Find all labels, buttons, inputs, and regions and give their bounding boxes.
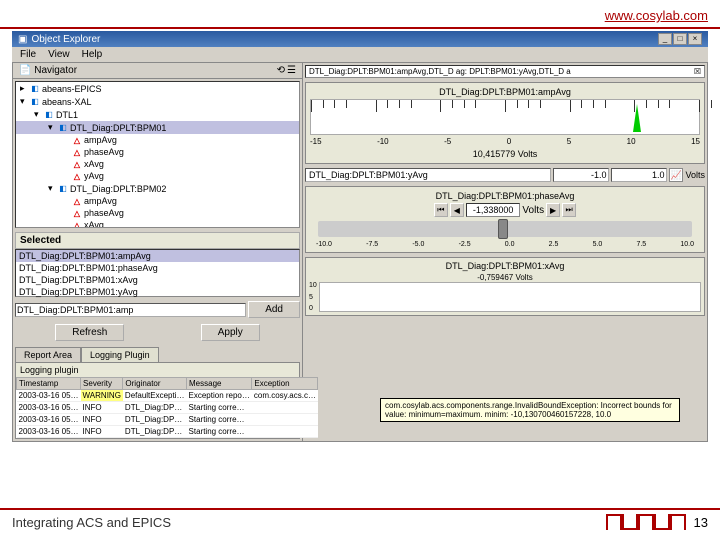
tree-item[interactable]: △ampAvg (16, 134, 299, 146)
slider-title: DTL_Diag:DPLT:BPM01:phaseAvg (310, 191, 700, 201)
nav-icon: 📄 (19, 65, 31, 76)
navigator-label: Navigator (34, 65, 77, 76)
gauge-value: 10,415779 Volts (310, 149, 700, 159)
nav-tool-1-icon[interactable]: ⟲ (277, 65, 285, 76)
chart-ytick: 5 (309, 294, 317, 301)
header-url[interactable]: www.cosylab.com (605, 8, 708, 23)
log-row[interactable]: 2003-03-16 05…WARNINGDefaultExcepti…Exce… (17, 390, 318, 402)
log-row[interactable]: 2003-03-16 05…INFODTL_Diag:DP…Starting c… (17, 414, 318, 426)
tree-item[interactable]: △xAvg (16, 219, 299, 228)
close-button[interactable]: × (688, 33, 702, 45)
gauge-tick-label: -5 (444, 137, 451, 146)
slider-tick-label: 10.0 (680, 241, 694, 248)
chart-area (319, 282, 701, 312)
tree-item[interactable]: △yAvg (16, 170, 299, 182)
slider-value: -1,338000 (466, 203, 521, 217)
gauge-panel: DTL_Diag:DPLT:BPM01:ampAvg -15 -10 -5 0 5 10 1… (305, 82, 705, 164)
tab-report[interactable]: Report Area (15, 347, 81, 362)
add-button[interactable]: Add (248, 301, 300, 318)
slider-tick-label: 7.5 (636, 241, 646, 248)
selected-item[interactable]: DTL_Diag:DPLT:BPM01:phaseAvg (16, 262, 299, 274)
navigator-tree[interactable]: ▸◧abeans-EPICS▾◧abeans-XAL▾◧DTL1▾◧DTL_Di… (15, 81, 300, 228)
path-close-icon[interactable]: ☒ (694, 67, 701, 76)
slider-tick-label: -7.5 (366, 241, 378, 248)
slider-prev-icon[interactable]: ◀ (450, 203, 464, 217)
refresh-button[interactable]: Refresh (55, 324, 124, 341)
yavg-unit: Volts (685, 170, 705, 180)
tab-logging[interactable]: Logging Plugin (81, 347, 159, 362)
chart-title: DTL_Diag:DPLT:BPM01:xAvg (309, 261, 701, 271)
maximize-button[interactable]: □ (673, 33, 687, 45)
gauge-tick-label: 5 (567, 137, 571, 146)
menubar: File View Help (12, 47, 708, 62)
selected-header: Selected (15, 232, 300, 249)
slider-track[interactable] (318, 221, 692, 237)
tree-item[interactable]: ▾◧DTL_Diag:DPLT:BPM02 (16, 182, 299, 195)
window-titlebar: ▣ Object Explorer _ □ × (12, 31, 708, 47)
yavg-trend-icon[interactable]: 📈 (669, 168, 683, 182)
gauge-tick-label: -10 (377, 137, 389, 146)
path-bar: DTL_Diag:DPLT:BPM01:ampAvg,DTL_D ag: DPL… (305, 65, 705, 78)
tree-item[interactable]: △xAvg (16, 158, 299, 170)
tree-item[interactable]: ▾◧DTL_Diag:DPLT:BPM01 (16, 121, 299, 134)
nav-tool-2-icon[interactable]: ☰ (287, 65, 296, 76)
slider-tick-label: 5.0 (593, 241, 603, 248)
slider-tick-label: 2.5 (549, 241, 559, 248)
slider-unit: Volts (522, 205, 544, 216)
selected-item[interactable]: DTL_Diag:DPLT:BPM01:xAvg (16, 274, 299, 286)
yavg-num1[interactable]: -1.0 (553, 168, 609, 182)
log-col[interactable]: Timestamp (17, 378, 81, 390)
log-row[interactable]: 2003-03-16 05…INFODTL_Diag:DP…Starting c… (17, 402, 318, 414)
gauge-tick-label: 15 (691, 137, 700, 146)
chart-panel: DTL_Diag:DPLT:BPM01:xAvg -0,759467 Volts… (305, 257, 705, 316)
gauge-scale (310, 99, 700, 135)
slider-tick-label: -2.5 (459, 241, 471, 248)
logging-title: Logging plugin (16, 363, 299, 377)
tree-item[interactable]: ▾◧abeans-XAL (16, 95, 299, 108)
slider-last-icon[interactable]: ⏭ (562, 203, 576, 217)
footer-title: Integrating ACS and EPICS (12, 515, 171, 530)
tree-item[interactable]: △phaseAvg (16, 207, 299, 219)
footer-logo-icon (606, 514, 686, 530)
menu-file[interactable]: File (20, 49, 36, 60)
window-title: Object Explorer (31, 34, 100, 45)
gauge-tick-label: 0 (507, 137, 511, 146)
slider-thumb[interactable] (498, 219, 508, 239)
log-col[interactable]: Severity (81, 378, 123, 390)
tree-item[interactable]: ▾◧DTL1 (16, 108, 299, 121)
selected-list[interactable]: DTL_Diag:DPLT:BPM01:ampAvgDTL_Diag:DPLT:… (15, 249, 300, 297)
chart-ytick: 10 (309, 282, 317, 289)
log-table: TimestampSeverityOriginatorMessageExcept… (16, 377, 318, 438)
chart-value-display: -0,759467 Volts (309, 273, 701, 282)
gauge-title: DTL_Diag:DPLT:BPM01:ampAvg (310, 87, 700, 97)
command-input[interactable] (15, 303, 246, 317)
slider-first-icon[interactable]: ⏮ (434, 203, 448, 217)
menu-help[interactable]: Help (82, 49, 103, 60)
slider-tick-label: 0.0 (505, 241, 515, 248)
page-number: 13 (694, 515, 708, 530)
gauge-tick-label: 10 (627, 137, 636, 146)
tree-item[interactable]: △ampAvg (16, 195, 299, 207)
slider-next-icon[interactable]: ▶ (546, 203, 560, 217)
apply-button[interactable]: Apply (201, 324, 260, 341)
log-col[interactable]: Originator (123, 378, 187, 390)
error-tooltip: com.cosylab.acs.components.range.Invalid… (380, 398, 680, 422)
tree-item[interactable]: △phaseAvg (16, 146, 299, 158)
path-text: DTL_Diag:DPLT:BPM01:ampAvg,DTL_D ag: DPL… (309, 67, 571, 76)
log-col[interactable]: Message (187, 378, 252, 390)
yavg-label: DTL_Diag:DPLT:BPM01:yAvg (305, 168, 551, 182)
app-icon: ▣ (18, 34, 27, 45)
log-row[interactable]: 2003-03-16 05…INFODTL_Diag:DP…Starting c… (17, 426, 318, 438)
chart-ytick: 0 (309, 305, 317, 312)
tree-item[interactable]: ▸◧abeans-EPICS (16, 82, 299, 95)
gauge-tick-label: -15 (310, 137, 322, 146)
slider-tick-label: -10.0 (316, 241, 332, 248)
slider-tick-label: -5.0 (412, 241, 424, 248)
slider-panel: DTL_Diag:DPLT:BPM01:phaseAvg ⏮ ◀ -1,3380… (305, 186, 705, 253)
yavg-num2[interactable]: 1.0 (611, 168, 667, 182)
menu-view[interactable]: View (48, 49, 70, 60)
selected-item[interactable]: DTL_Diag:DPLT:BPM01:ampAvg (16, 250, 299, 262)
minimize-button[interactable]: _ (658, 33, 672, 45)
selected-item[interactable]: DTL_Diag:DPLT:BPM01:yAvg (16, 286, 299, 298)
